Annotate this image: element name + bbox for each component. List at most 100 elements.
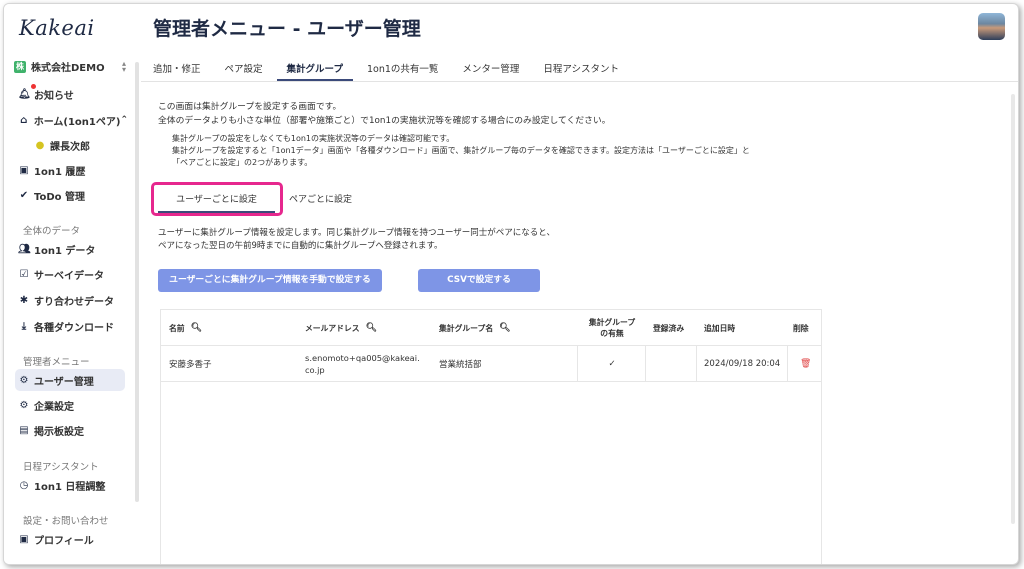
user-group-table: 名前 🔍︎ メールアドレス 🔍︎ 集計グループ名 🔍︎ 集計グループ の有無 登… xyxy=(160,309,822,564)
sidebar-item-1on1-data[interactable]: 👥︎ 1on1 データ xyxy=(18,239,95,259)
tab-schedule-assistant[interactable]: 日程アシスタント xyxy=(543,51,619,81)
sidebar-item-todo[interactable]: ✔︎ ToDo 管理 xyxy=(18,185,85,205)
subdesc-line: ペアになった翌日の午前9時までに自動的に集計グループへ登録されます。 xyxy=(158,241,443,251)
subtab-description: ユーザーに集計グループ情報を設定します。同じ集計グループ情報を持つユーザー同士が… xyxy=(158,227,555,253)
clock-icon: ◷ xyxy=(19,479,29,491)
note-line: 「ペアごとに設定」の2つがあります。 xyxy=(172,158,313,167)
manual-setting-button[interactable]: ユーザーごとに集計グループ情報を手動で設定する xyxy=(158,269,382,292)
cell-email-line: s.enomoto+qa005@kakeai. xyxy=(305,353,420,363)
column-name: 名前 🔍︎ xyxy=(169,310,202,346)
sidebar-item-label: 課長次郎 xyxy=(50,141,90,153)
tab-bar: 追加・修正 ペア設定 集計グループ 1on1の共有一覧 メンター管理 日程アシス… xyxy=(153,51,643,81)
cell-divider xyxy=(787,346,788,382)
tab-divider xyxy=(141,81,1018,82)
tab-mentor-management[interactable]: メンター管理 xyxy=(462,51,519,81)
column-delete: 削除 xyxy=(793,323,809,333)
tab-1on1-share-list[interactable]: 1on1の共有一覧 xyxy=(367,51,438,81)
column-registered: 登録済み xyxy=(653,323,685,333)
sidebar-item-label: ユーザー管理 xyxy=(34,376,94,388)
sidebar-item-profile[interactable]: ▣ プロフィール xyxy=(18,529,94,549)
sidebar-item-label: プロフィール xyxy=(34,535,94,547)
sidebar-item-member[interactable]: ● 課長次郎 xyxy=(34,135,90,155)
tab-add-edit[interactable]: 追加・修正 xyxy=(153,51,201,81)
sidebar: Kakeai 株 株式会社DEMO ▴ ▾ 🔔︎ お知らせ ⌂ ホーム(1on1ペ… xyxy=(4,4,140,564)
sidebar-item-history[interactable]: ▣ 1on1 履歴 xyxy=(18,160,85,180)
sidebar-item-label: すり合わせデータ xyxy=(34,296,114,308)
sidebar-item-board-settings[interactable]: ▤ 掲示板設定 xyxy=(18,420,84,440)
cell-divider xyxy=(696,346,697,382)
search-icon[interactable]: 🔍︎ xyxy=(499,323,510,333)
subdesc-line: ユーザーに集計グループ情報を設定します。同じ集計グループ情報を持つユーザー同士が… xyxy=(158,228,555,238)
cell-divider xyxy=(645,346,646,382)
main-scrollbar[interactable] xyxy=(1011,94,1015,524)
subtab-per-pair[interactable]: ペアごとに設定 xyxy=(289,187,352,213)
sidebar-item-label: ホーム(1on1ペア) xyxy=(33,116,121,128)
sidebar-item-label: 1on1 日程調整 xyxy=(34,481,106,493)
column-label-line: の有無 xyxy=(600,329,624,338)
tab-aggregation-group[interactable]: 集計グループ xyxy=(276,51,353,81)
check-circle-icon: ✔︎ xyxy=(19,189,29,201)
section-all-data: 全体のデータ xyxy=(23,226,81,237)
cell-added: 2024/09/18 20:04 xyxy=(704,359,781,369)
page-note: 集計グループの設定をしなくても1on1の実施状況等のデータは確認可能です。 集計… xyxy=(172,133,750,169)
sidebar-item-label: お知らせ xyxy=(34,90,74,102)
csv-setting-button[interactable]: CSVで設定する xyxy=(418,269,540,292)
puzzle-icon: ✱ xyxy=(19,294,29,306)
search-icon[interactable]: 🔍︎ xyxy=(191,323,202,333)
column-label: 集計グループ名 xyxy=(439,323,494,333)
company-settings-icon: ⚙︎ xyxy=(19,399,29,411)
trash-icon: 🗑︎ xyxy=(800,359,812,369)
company-switcher[interactable]: 株 株式会社DEMO ▴ ▾ xyxy=(14,59,126,74)
tab-pair-settings[interactable]: ペア設定 xyxy=(225,51,263,81)
sidebar-item-label: 各種ダウンロード xyxy=(34,322,114,334)
users-icon: 👥︎ xyxy=(18,243,31,255)
column-email: メールアドレス 🔍︎ xyxy=(305,310,377,346)
sidebar-item-label: 企業設定 xyxy=(34,401,74,413)
main-content: 管理者メニュー - ユーザー管理 追加・修正 ペア設定 集計グループ 1on1の… xyxy=(141,4,1018,564)
section-settings: 設定・お問い合わせ xyxy=(23,516,109,527)
sidebar-item-schedule[interactable]: ◷ 1on1 日程調整 xyxy=(18,475,106,495)
column-added: 追加日時 xyxy=(704,323,736,333)
column-label: メールアドレス xyxy=(305,323,360,333)
cell-divider xyxy=(577,346,578,382)
sidebar-item-user-management[interactable]: ⚙︎ ユーザー管理 xyxy=(18,370,94,390)
bell-icon: 🔔︎ xyxy=(18,88,31,100)
sidebar-item-survey[interactable]: ☑ サーベイデータ xyxy=(18,264,104,284)
column-label-line: 集計グループ xyxy=(588,318,636,327)
highlight-annotation xyxy=(151,182,283,216)
chevron-up-icon[interactable]: ⌃ xyxy=(120,115,128,125)
sidebar-item-label: 1on1 データ xyxy=(34,245,96,257)
table-header: 名前 🔍︎ メールアドレス 🔍︎ 集計グループ名 🔍︎ 集計グループ の有無 登… xyxy=(161,310,821,346)
sidebar-item-label: 掲示板設定 xyxy=(34,426,84,438)
chevron-updown-icon: ▴ ▾ xyxy=(121,58,126,74)
table-row[interactable]: 安藤多香子 s.enomoto+qa005@kakeai. co.jp 営業統括… xyxy=(161,346,821,382)
sidebar-item-label: サーベイデータ xyxy=(34,270,104,282)
company-name: 株式会社DEMO xyxy=(31,63,105,74)
app-logo[interactable]: Kakeai xyxy=(19,16,95,40)
avatar[interactable] xyxy=(978,13,1005,40)
sidebar-scrollbar[interactable] xyxy=(135,62,139,502)
cell-email: s.enomoto+qa005@kakeai. co.jp xyxy=(305,346,420,382)
sidebar-item-download[interactable]: ⤓ 各種ダウンロード xyxy=(18,316,114,336)
column-label: 集計グループ の有無 xyxy=(589,317,635,339)
delete-button[interactable]: 🗑︎ xyxy=(800,346,811,382)
download-icon: ⤓ xyxy=(21,320,27,332)
cell-has-group: ✓ xyxy=(608,359,616,369)
sidebar-item-alignment[interactable]: ✱ すり合わせデータ xyxy=(18,290,114,310)
profile-icon: ▣ xyxy=(19,533,29,545)
board-icon: ▤ xyxy=(19,424,29,436)
home-icon: ⌂ xyxy=(20,114,28,126)
sidebar-item-label: ToDo 管理 xyxy=(34,191,86,203)
history-icon: ▣ xyxy=(19,164,29,176)
section-admin: 管理者メニュー xyxy=(23,357,90,368)
search-icon[interactable]: 🔍︎ xyxy=(366,323,377,333)
sidebar-item-company-settings[interactable]: ⚙︎ 企業設定 xyxy=(18,395,74,415)
sidebar-item-news[interactable]: 🔔︎ お知らせ xyxy=(18,84,74,104)
page-description: この画面は集計グループを設定する画面です。 全体のデータよりも小さな単位（部署や… xyxy=(158,100,611,128)
sidebar-item-home[interactable]: ⌂ ホーム(1on1ペア) ⌃ xyxy=(18,110,128,130)
sidebar-item-label: 1on1 履歴 xyxy=(34,166,86,178)
description-line: この画面は集計グループを設定する画面です。 xyxy=(158,102,342,112)
description-line: 全体のデータよりも小さな単位（部署や施策ごと）で1on1の実施状況等を確認する場… xyxy=(158,116,611,126)
app-window: Kakeai 株 株式会社DEMO ▴ ▾ 🔔︎ お知らせ ⌂ ホーム(1on1ペ… xyxy=(3,3,1019,565)
cell-name: 安藤多香子 xyxy=(169,360,212,370)
